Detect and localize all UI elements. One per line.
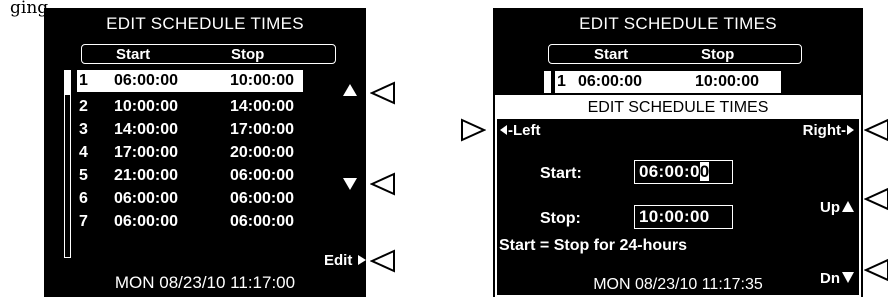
row-number: 5 [79, 167, 88, 184]
scrollbar-thumb[interactable] [545, 72, 550, 92]
row-stop-time: 10:00:00 [230, 72, 295, 89]
edit-label: Edit [324, 252, 353, 269]
edit-times-screen: EDIT SCHEDULE TIMES Start Stop 1 06:00:0… [493, 8, 863, 297]
scrollbar[interactable] [544, 71, 551, 93]
play-right-icon [357, 255, 366, 265]
schedule-row[interactable]: 2 10:00:00 14:00:00 [77, 96, 303, 118]
down-pointer-arrow-icon [370, 172, 395, 196]
up-softkey[interactable] [342, 83, 358, 101]
row-stop-time: 17:00:00 [230, 121, 295, 138]
edit-pointer-arrow-icon [370, 249, 395, 273]
edit-softkey[interactable]: Edit [324, 252, 367, 269]
row-number: 3 [79, 121, 88, 138]
row-number: 4 [79, 144, 88, 161]
row-start-time: 06:00:00 [114, 213, 179, 230]
up-triangle-icon [343, 84, 357, 96]
schedule-row-selected[interactable]: 1 06:00:00 10:00:00 [77, 70, 303, 92]
row-number: 1 [557, 73, 566, 90]
row-number: 1 [79, 72, 88, 89]
stop-column-header: Stop [701, 46, 735, 63]
up-pointer-arrow-icon [864, 187, 888, 211]
left-softkey[interactable]: -Left [499, 122, 541, 139]
schedule-row[interactable]: 7 06:00:00 06:00:00 [77, 211, 303, 233]
stop-column-header: Stop [231, 46, 265, 63]
up-pointer-arrow-icon [370, 81, 395, 105]
row-number: 7 [79, 213, 88, 230]
start-column-header: Start [116, 46, 151, 63]
dialog-title: EDIT SCHEDULE TIMES [497, 97, 859, 119]
up-triangle-icon [842, 201, 854, 212]
start-time-input[interactable]: 06:00:00 [634, 160, 733, 184]
left-pointer-arrow-icon [461, 118, 486, 142]
status-datetime: MON 08/23/10 11:17:00 [114, 273, 296, 292]
screen-title: EDIT SCHEDULE TIMES [579, 14, 777, 33]
scrollbar[interactable] [64, 70, 71, 258]
schedule-row[interactable]: 5 21:00:00 06:00:00 [77, 165, 303, 187]
down-pointer-arrow-icon [864, 258, 888, 282]
row-number: 6 [79, 190, 88, 207]
column-header: Start Stop [81, 44, 336, 64]
stop-label: Stop: [540, 210, 581, 227]
schedule-row[interactable]: 3 14:00:00 17:00:00 [77, 119, 303, 141]
start-time-value: 06:00:0 [639, 162, 700, 181]
row-stop-time: 20:00:00 [230, 144, 295, 161]
column-header: Start Stop [548, 44, 802, 64]
info-note: Start = Stop for 24-hours [499, 237, 688, 254]
row-stop-time: 14:00:00 [230, 98, 295, 115]
row-number: 2 [79, 98, 88, 115]
stop-time-value: 10:00:00 [639, 207, 710, 226]
row-stop-time: 06:00:00 [230, 167, 295, 184]
stop-time-input[interactable]: 10:00:00 [634, 205, 733, 229]
right-pointer-arrow-icon [864, 118, 888, 142]
row-start-time: 10:00:00 [114, 98, 179, 115]
row-stop-time: 06:00:00 [230, 213, 295, 230]
down-softkey[interactable] [342, 177, 358, 195]
up-softkey[interactable]: Up [820, 199, 855, 216]
play-left-icon [500, 125, 507, 135]
row-start-time: 06:00:00 [578, 73, 643, 90]
schedule-row[interactable]: 4 17:00:00 20:00:00 [77, 142, 303, 164]
status-datetime: MON 08/23/10 11:17:35 [593, 276, 763, 293]
row-start-time: 17:00:00 [114, 144, 179, 161]
edit-times-dialog: EDIT SCHEDULE TIMES -Left Right- Start: … [495, 95, 861, 297]
scrollbar-thumb[interactable] [65, 71, 70, 95]
row-start-time: 14:00:00 [114, 121, 179, 138]
row-start-time: 21:00:00 [114, 167, 179, 184]
right-softkey[interactable]: Right- [803, 122, 855, 139]
schedule-row[interactable]: 6 06:00:00 06:00:00 [77, 188, 303, 210]
edit-cursor: 0 [699, 162, 710, 181]
schedule-row-selected[interactable]: 1 06:00:00 10:00:00 [555, 71, 781, 93]
row-start-time: 06:00:00 [114, 72, 179, 89]
start-column-header: Start [594, 46, 629, 63]
row-start-time: 06:00:00 [114, 190, 179, 207]
screen-title: EDIT SCHEDULE TIMES [106, 14, 304, 33]
schedule-list-screen: EDIT SCHEDULE TIMES Start Stop 1 06:00:00… [44, 8, 366, 297]
down-triangle-icon [343, 178, 357, 190]
start-label: Start: [540, 165, 582, 182]
play-right-icon [847, 125, 854, 135]
row-stop-time: 10:00:00 [695, 73, 760, 90]
right-label: Right [802, 122, 841, 139]
left-label: Left [513, 122, 541, 139]
up-label: Up [820, 199, 840, 216]
row-stop-time: 06:00:00 [230, 190, 295, 207]
